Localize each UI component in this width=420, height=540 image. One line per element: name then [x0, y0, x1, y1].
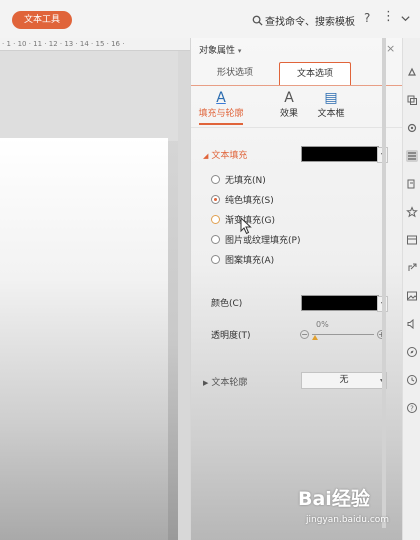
text-fill-title: 文本填充 — [211, 151, 248, 161]
panel-title-caret-icon: ▾ — [237, 47, 242, 55]
option-tabs: 形状选项 文本选项 — [191, 62, 403, 86]
subtab-text-box-label: 文本框 — [317, 109, 345, 119]
text-outline-section-header[interactable]: ▶ 文本轮廓 — [203, 375, 247, 388]
shape-icon[interactable] — [406, 66, 418, 78]
slider-thumb[interactable] — [312, 335, 318, 340]
subtab-effects-label: 效果 — [279, 109, 298, 119]
command-search[interactable]: 查找命令、搜索模板 — [252, 12, 355, 28]
properties-icon[interactable] — [406, 150, 418, 162]
search-icon — [252, 15, 263, 26]
help-icon[interactable]: ? — [406, 402, 418, 414]
slider-track[interactable] — [312, 334, 374, 335]
compass-icon[interactable] — [406, 346, 418, 358]
option-pattern-fill-label: 图案填充(A) — [225, 256, 275, 266]
tab-divider — [191, 85, 403, 86]
more-options-button[interactable]: ⋮ — [382, 9, 395, 24]
clip-icon[interactable] — [406, 94, 418, 106]
option-picture-texture-fill[interactable]: 图片或纹理填充(P) — [211, 233, 300, 246]
text-fill-icon: A — [216, 90, 226, 106]
settings-icon[interactable] — [406, 122, 418, 134]
transparency-label: 透明度(T) — [211, 331, 251, 341]
panel-title[interactable]: 对象属性 ▾ — [199, 43, 241, 56]
tab-text-options[interactable]: 文本选项 — [279, 62, 351, 85]
option-solid-fill[interactable]: 纯色填充(S) — [211, 193, 274, 206]
ruler-ticks: · 1 · 10 · 11 · 12 · 13 · 14 · 15 · 16 · — [2, 40, 125, 48]
radio-solid-fill[interactable] — [211, 195, 220, 204]
document-scrollbar[interactable] — [178, 51, 190, 540]
subtab-fill-outline[interactable]: A 填充与轮廓 — [195, 90, 247, 119]
watermark-brand: Bai经验 — [298, 488, 370, 510]
transparency-value: 0% — [316, 320, 329, 329]
image-icon[interactable] — [406, 290, 418, 302]
radio-no-fill[interactable] — [211, 175, 220, 184]
text-box-icon: ▤ — [324, 90, 338, 106]
solid-color-picker[interactable]: ▾ — [301, 295, 388, 312]
text-outline-select[interactable]: 无 ▾ — [301, 372, 387, 389]
option-picture-texture-fill-label: 图片或纹理填充(P) — [225, 236, 301, 246]
mouse-cursor-icon — [240, 217, 252, 235]
tab-shape-options[interactable]: 形状选项 — [191, 62, 279, 84]
subtab-text-box[interactable]: ▤ 文本框 — [305, 90, 357, 119]
radio-pattern-fill[interactable] — [211, 255, 220, 264]
speaker-icon[interactable] — [406, 318, 418, 330]
search-label: 查找命令、搜索模板 — [265, 16, 355, 28]
watermark-url: jingyan.baidu.com — [306, 515, 390, 525]
panel-close-button[interactable]: × — [386, 42, 395, 55]
top-toolbar: 文本工具 查找命令、搜索模板 ? ⋮ — [0, 0, 420, 39]
right-tool-rail: ? — [402, 38, 420, 540]
color-label: 颜色(C) — [211, 299, 243, 309]
option-no-fill[interactable]: 无填充(N) — [211, 173, 266, 186]
option-no-fill-label: 无填充(N) — [225, 176, 266, 186]
subtab-divider — [191, 127, 403, 128]
document-background — [0, 51, 178, 141]
text-fill-section-header[interactable]: ◢ 文本填充 — [203, 148, 247, 161]
document-page[interactable] — [0, 138, 168, 540]
subtab-active-indicator — [199, 123, 243, 125]
option-solid-fill-label: 纯色填充(S) — [225, 196, 274, 206]
text-fill-color-picker[interactable]: ▾ — [301, 146, 388, 163]
panel-scrollbar[interactable] — [382, 38, 386, 528]
subtab-fill-outline-label: 填充与轮廓 — [198, 109, 244, 119]
help-button[interactable]: ? — [364, 11, 370, 25]
baidu-jingyan-watermark: Bai经验 jingyan.baidu.com — [298, 484, 408, 532]
minus-icon[interactable]: − — [300, 330, 309, 339]
text-outline-title: 文本轮廓 — [211, 378, 248, 388]
copy-icon[interactable] — [406, 178, 418, 190]
document-area: · 1 · 10 · 11 · 12 · 13 · 14 · 15 · 16 · — [0, 38, 190, 540]
transparency-slider[interactable]: − 0% + — [300, 320, 386, 342]
radio-picture-texture-fill[interactable] — [211, 235, 220, 244]
history-icon[interactable] — [406, 374, 418, 386]
layout-icon[interactable] — [406, 234, 418, 246]
text-tool-tab[interactable]: 文本工具 — [12, 11, 72, 29]
svg-text:?: ? — [410, 405, 414, 413]
collapse-triangle-icon: ◢ — [203, 152, 209, 160]
collapse-icon[interactable] — [400, 13, 411, 24]
radio-gradient-fill[interactable] — [211, 215, 220, 224]
panel-title-text: 对象属性 — [199, 46, 236, 56]
share-icon[interactable] — [406, 262, 418, 274]
option-pattern-fill[interactable]: 图案填充(A) — [211, 253, 274, 266]
object-properties-panel: 对象属性 ▾ × 形状选项 文本选项 A 填充与轮廓 A 效果 ▤ 文本框 ◢ 文… — [190, 38, 403, 540]
text-outline-value: 无 — [339, 375, 349, 385]
horizontal-ruler: · 1 · 10 · 11 · 12 · 13 · 14 · 15 · 16 · — [0, 38, 190, 51]
star-icon[interactable] — [406, 206, 418, 218]
expand-triangle-icon: ▶ — [203, 379, 209, 387]
